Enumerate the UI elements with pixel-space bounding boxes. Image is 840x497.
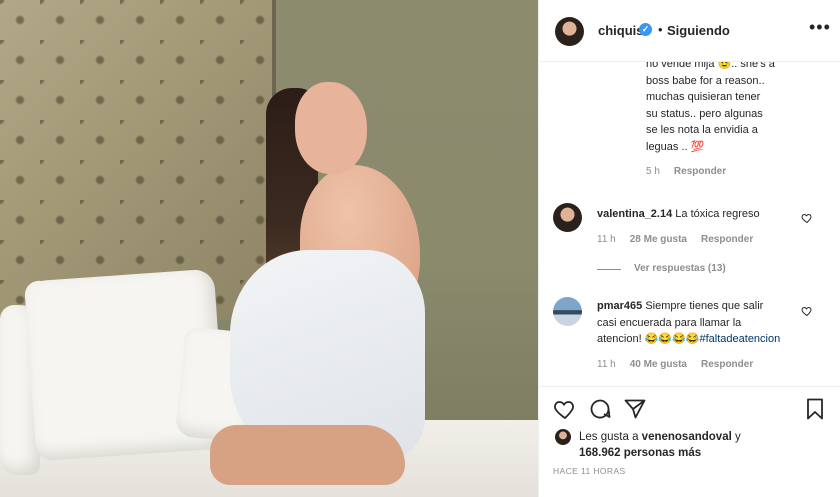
comment-bubble-icon[interactable] bbox=[588, 397, 612, 421]
photo-legs bbox=[210, 425, 405, 485]
comment-age: 11 h bbox=[597, 234, 616, 245]
commenter-username[interactable]: pmar465 bbox=[597, 300, 642, 312]
commenter-avatar[interactable] bbox=[553, 203, 582, 232]
photo-head bbox=[295, 82, 367, 174]
reply-button[interactable]: Responder bbox=[701, 359, 753, 370]
comment-text: valentina_2.14 La tóxica regreso bbox=[597, 206, 760, 223]
comment-text: no vende mija 😉.. she's a boss babe for … bbox=[646, 62, 775, 155]
comment-body: La tóxica regreso bbox=[675, 208, 760, 220]
comment-meta: 11 h 28 Me gusta Responder bbox=[597, 234, 753, 245]
replies-divider bbox=[597, 269, 621, 270]
post-photo[interactable] bbox=[0, 0, 538, 497]
comment-age: 11 h bbox=[597, 359, 616, 370]
commenter-username[interactable]: valentina_2.14 bbox=[597, 208, 672, 220]
likes-summary: Les gusta a venenosandoval y 168.962 per… bbox=[579, 429, 829, 461]
reply-button[interactable]: Responder bbox=[701, 234, 753, 245]
reply-button[interactable]: Responder bbox=[674, 166, 726, 177]
post-timestamp[interactable]: HACE 11 HORAS bbox=[553, 466, 626, 476]
comment-text: pmar465 Siempre tienes que salir casi en… bbox=[597, 298, 780, 348]
more-options-icon[interactable]: ••• bbox=[809, 17, 831, 38]
comment-line: atencion! 😂😂😂😂 bbox=[597, 333, 700, 345]
comment-likes[interactable]: 28 Me gusta bbox=[630, 234, 687, 245]
comment-likes[interactable]: 40 Me gusta bbox=[630, 359, 687, 370]
instagram-post: chiquis ✓ • Siguiendo ••• no vende mija … bbox=[0, 0, 840, 497]
view-replies-button[interactable]: Ver respuestas (13) bbox=[634, 263, 726, 274]
verified-badge-icon: ✓ bbox=[639, 23, 652, 36]
author-avatar[interactable] bbox=[555, 17, 584, 46]
like-comment-heart-icon[interactable] bbox=[801, 305, 813, 317]
comment-body: Siempre tienes que salir bbox=[645, 300, 764, 312]
comment-line: se les nota la envidia a bbox=[646, 124, 758, 136]
share-send-icon[interactable] bbox=[623, 397, 647, 421]
comment-meta: 5 h Responder bbox=[646, 166, 726, 177]
author-username[interactable]: chiquis bbox=[598, 23, 644, 38]
commenter-avatar[interactable] bbox=[553, 297, 582, 326]
comments-list[interactable]: no vende mija 😉.. she's a boss babe for … bbox=[539, 62, 840, 386]
save-bookmark-icon[interactable] bbox=[803, 397, 827, 421]
liker-username[interactable]: venenosandoval bbox=[642, 431, 732, 443]
liker-avatar[interactable] bbox=[555, 429, 571, 445]
comment-line: boss babe for a reason.. bbox=[646, 74, 765, 87]
like-heart-icon[interactable] bbox=[553, 397, 577, 421]
likes-conjunction: y bbox=[735, 431, 741, 443]
header-separator: • bbox=[658, 22, 663, 37]
comment-line: no vende mija 😉.. she's a bbox=[646, 62, 775, 70]
comment-meta: 11 h 40 Me gusta Responder bbox=[597, 359, 753, 370]
comment-line: leguas .. 💯 bbox=[646, 140, 705, 153]
likes-prefix: Les gusta a bbox=[579, 431, 639, 443]
post-header: chiquis ✓ • Siguiendo ••• bbox=[539, 0, 840, 62]
like-comment-heart-icon[interactable] bbox=[801, 212, 813, 224]
comment-age: 5 h bbox=[646, 166, 660, 177]
following-button[interactable]: Siguiendo bbox=[667, 23, 730, 38]
post-sidebar: chiquis ✓ • Siguiendo ••• no vende mija … bbox=[538, 0, 840, 497]
photo-person bbox=[200, 70, 430, 490]
comment-line: su status.. pero algunas bbox=[646, 107, 763, 120]
comment-line: muchas quisieran tener bbox=[646, 91, 761, 103]
comment-line: casi encuerada para llamar la bbox=[597, 316, 742, 329]
likes-count[interactable]: 168.962 personas más bbox=[579, 447, 701, 459]
hashtag-link[interactable]: #faltadeatencion bbox=[700, 333, 781, 345]
post-actions: Les gusta a venenosandoval y 168.962 per… bbox=[539, 386, 840, 497]
